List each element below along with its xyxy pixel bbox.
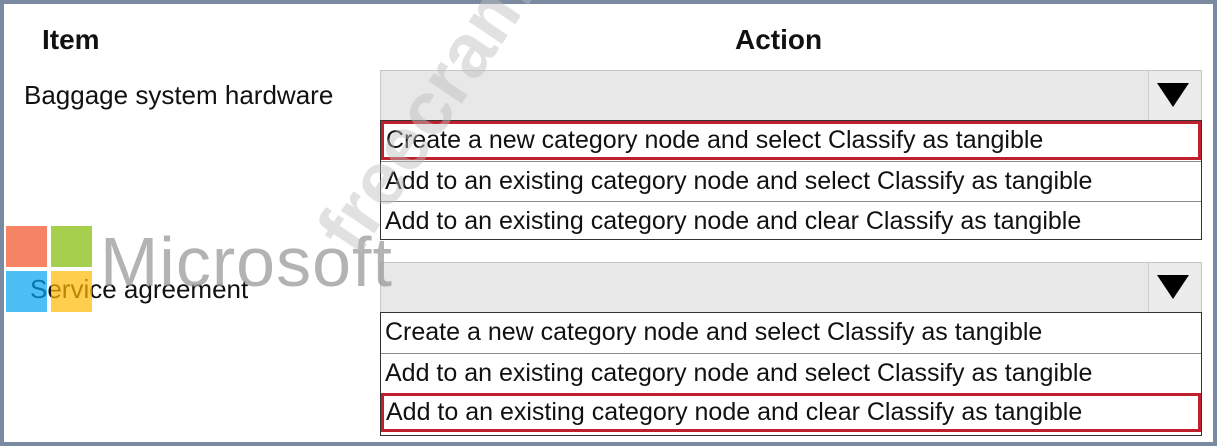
option-2-2[interactable]: Add to an existing category node and sel…	[381, 353, 1201, 392]
option-2-3[interactable]: Add to an existing category node and cle…	[381, 393, 1201, 432]
logo-square-red	[6, 226, 47, 267]
microsoft-logo-text: Microsoft	[100, 223, 393, 301]
logo-square-blue	[6, 271, 47, 312]
action-dropdown-1[interactable]	[380, 70, 1202, 122]
option-1-2[interactable]: Add to an existing category node and sel…	[381, 161, 1201, 200]
options-list-2: Create a new category node and select Cl…	[380, 312, 1202, 436]
dropdown-button-2[interactable]	[1148, 263, 1201, 313]
microsoft-logo	[6, 226, 92, 312]
logo-square-green	[51, 226, 92, 267]
option-2-1[interactable]: Create a new category node and select Cl…	[381, 313, 1201, 352]
option-1-1[interactable]: Create a new category node and select Cl…	[381, 121, 1201, 160]
option-1-3[interactable]: Add to an existing category node and cle…	[381, 201, 1201, 240]
action-dropdown-2[interactable]	[380, 262, 1202, 314]
options-list-1: Create a new category node and select Cl…	[380, 120, 1202, 240]
dropdown-button-1[interactable]	[1148, 71, 1201, 121]
logo-square-yellow	[51, 271, 92, 312]
action-column-header: Action	[735, 24, 823, 55]
chevron-down-icon	[1157, 275, 1189, 299]
item-label-baggage: Baggage system hardware	[24, 80, 334, 110]
chevron-down-icon	[1157, 83, 1189, 107]
item-column-header: Item	[42, 24, 100, 55]
